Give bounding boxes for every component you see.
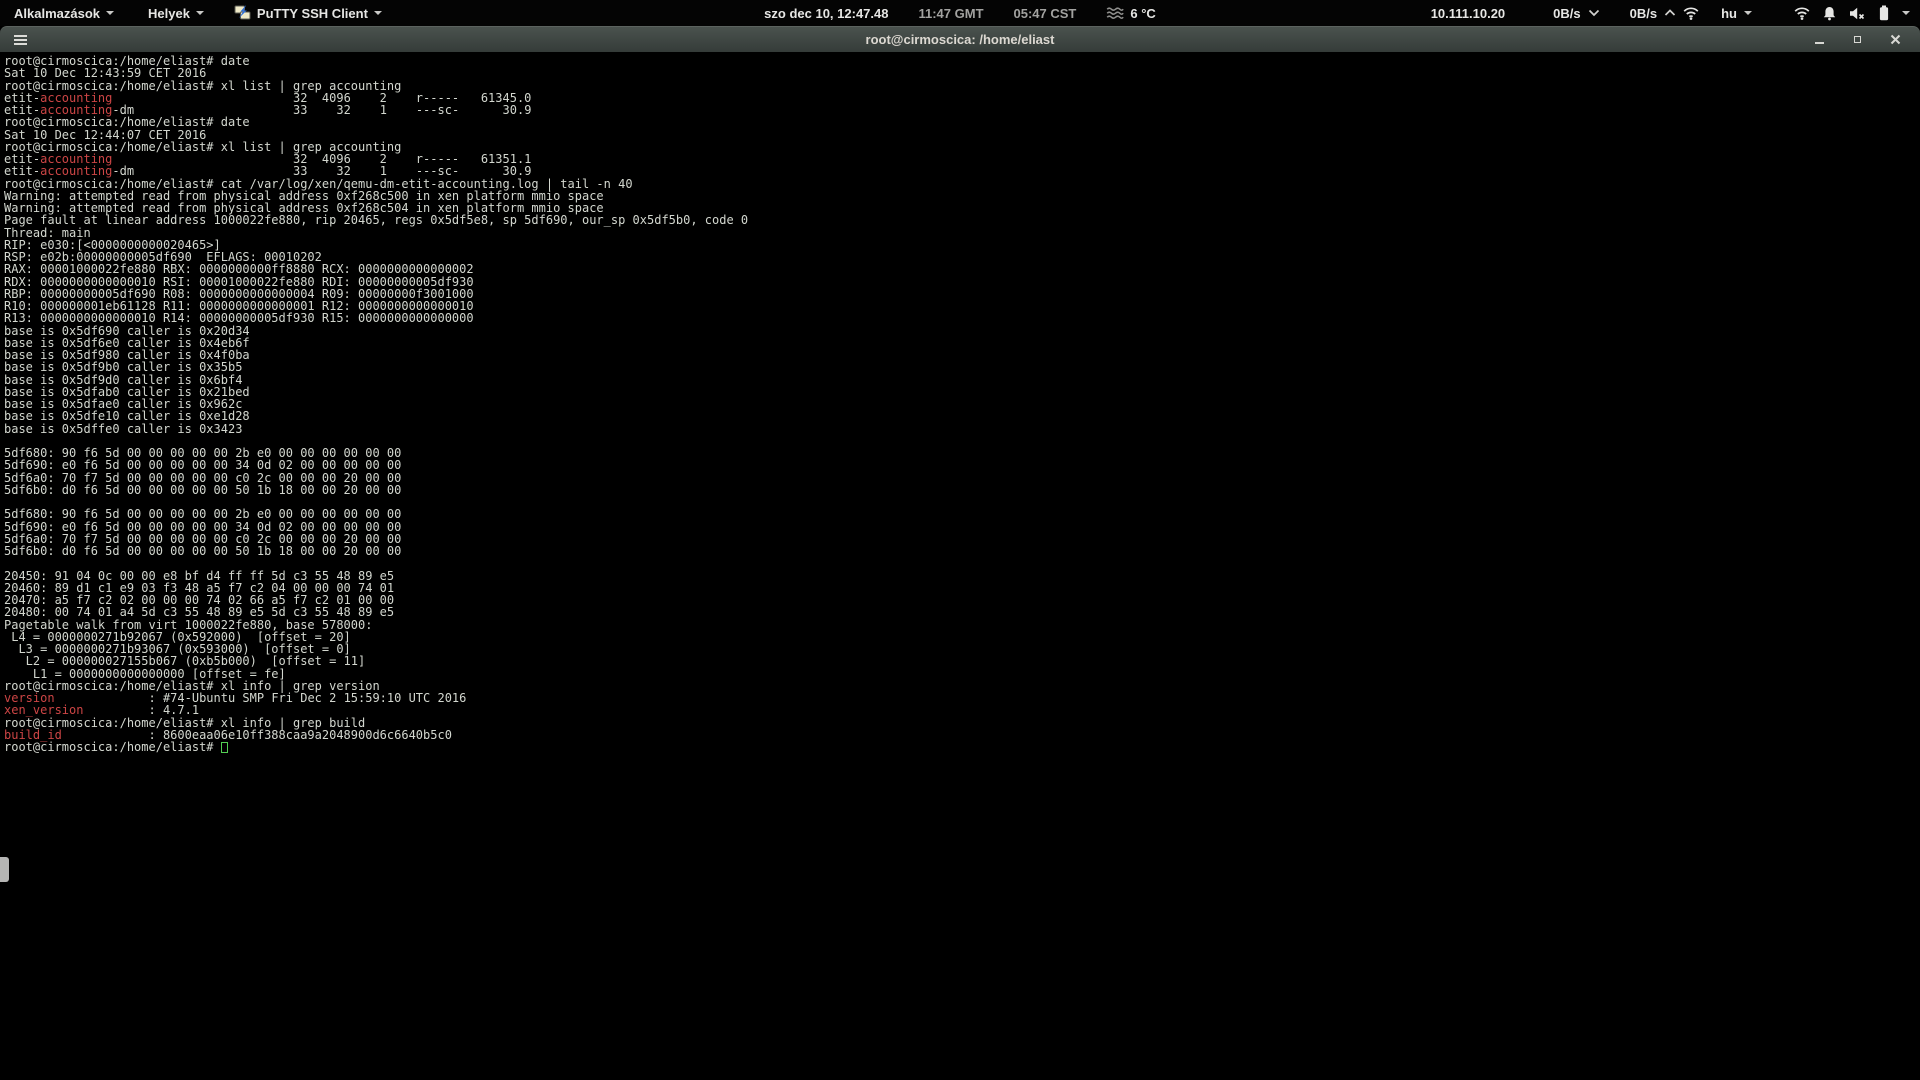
- putty-app-menu-label: PuTTY SSH Client: [257, 6, 368, 21]
- putty-icon: [234, 5, 251, 21]
- wifi-signal-icon: [1683, 7, 1699, 20]
- terminal-line: base is 0x5df9d0 caller is 0x6bf4: [4, 374, 1920, 386]
- places-menu-label: Helyek: [148, 6, 190, 21]
- window-title: root@cirmoscica: /home/eliast: [0, 32, 1920, 47]
- fog-weather-icon: [1106, 7, 1124, 20]
- terminal-line: Thread: main: [4, 227, 1920, 239]
- world-clock-gmt[interactable]: 11:47 GMT: [918, 6, 983, 21]
- places-menu[interactable]: Helyek: [144, 0, 208, 26]
- terminal-line: etit-accounting-dm 33 32 1 ---sc- 30.9: [4, 104, 1920, 116]
- terminal-line: version : #74-Ubuntu SMP Fri Dec 2 15:59…: [4, 692, 1920, 704]
- battery-icon: [1879, 5, 1889, 21]
- minimize-icon: [1815, 42, 1824, 44]
- terminal-line: base is 0x5dfab0 caller is 0x21bed: [4, 386, 1920, 398]
- net-upload-indicator[interactable]: 0B/s: [1630, 6, 1699, 21]
- terminal-line: 5df6b0: d0 f6 5d 00 00 00 00 00 50 1b 18…: [4, 484, 1920, 496]
- keyboard-layout-indicator[interactable]: hu: [1721, 6, 1752, 21]
- ip-address[interactable]: 10.111.10.20: [1431, 6, 1505, 21]
- terminal-line: base is 0x5dffe0 caller is 0x3423: [4, 423, 1920, 435]
- net-download-indicator[interactable]: 0B/s: [1553, 6, 1599, 21]
- applications-menu-label: Alkalmazások: [14, 6, 100, 21]
- chevron-up-icon: [1664, 9, 1676, 17]
- terminal-line: base is 0x5df6e0 caller is 0x4eb6f: [4, 337, 1920, 349]
- notification-bell-icon: [1823, 6, 1836, 21]
- putty-app-menu[interactable]: PuTTY SSH Client: [230, 0, 386, 26]
- maximize-icon: [1854, 36, 1861, 43]
- terminal-line: R13: 0000000000000010 R14: 00000000005df…: [4, 312, 1920, 324]
- terminal-line: root@cirmoscica:/home/eliast# date: [4, 55, 1920, 67]
- volume-muted-icon: [1849, 7, 1866, 20]
- close-icon: [1890, 34, 1901, 45]
- top-panel: Alkalmazások Helyek PuTTY SSH Client szo…: [0, 0, 1920, 26]
- terminal-line: base is 0x5dfe10 caller is 0xe1d28: [4, 410, 1920, 422]
- weather-temperature: 6 °C: [1130, 6, 1155, 21]
- applications-menu[interactable]: Alkalmazások: [10, 0, 118, 26]
- close-button[interactable]: [1888, 33, 1902, 47]
- terminal-line: base is 0x5df9b0 caller is 0x35b5: [4, 361, 1920, 373]
- terminal-line: build_id : 8600eaa06e10ff388caa9a2048900…: [4, 729, 1920, 741]
- wifi-icon: [1794, 7, 1810, 20]
- system-status-area[interactable]: [1794, 5, 1910, 21]
- chevron-down-icon: [1902, 11, 1910, 15]
- terminal-line: root@cirmoscica:/home/eliast# date: [4, 116, 1920, 128]
- chevron-down-icon: [374, 11, 382, 15]
- window-titlebar: root@cirmoscica: /home/eliast: [0, 26, 1920, 52]
- maximize-button[interactable]: [1850, 33, 1864, 47]
- terminal-screen[interactable]: root@cirmoscica:/home/eliast# dateSat 10…: [0, 53, 1920, 1080]
- window-menu-button[interactable]: [9, 31, 32, 49]
- chevron-down-icon: [1588, 9, 1600, 17]
- scrollbar-thumb[interactable]: [0, 857, 9, 882]
- keyboard-layout-label: hu: [1721, 6, 1737, 21]
- terminal-line: base is 0x5df980 caller is 0x4f0ba: [4, 349, 1920, 361]
- chevron-down-icon: [106, 11, 114, 15]
- terminal-line: L2 = 000000027155b067 (0xb5b000) [offset…: [4, 655, 1920, 667]
- net-download-speed: 0B/s: [1553, 6, 1580, 21]
- net-upload-speed: 0B/s: [1630, 6, 1657, 21]
- terminal-output: root@cirmoscica:/home/eliast# dateSat 10…: [0, 53, 1920, 753]
- terminal-line: 5df6b0: d0 f6 5d 00 00 00 00 00 50 1b 18…: [4, 545, 1920, 557]
- terminal-line: root@cirmoscica:/home/eliast#: [4, 741, 1920, 753]
- terminal-line: base is 0x5df690 caller is 0x20d34: [4, 325, 1920, 337]
- terminal-line: base is 0x5dfae0 caller is 0x962c: [4, 398, 1920, 410]
- clock[interactable]: szo dec 10, 12:47.48: [764, 6, 888, 21]
- terminal-cursor: [221, 742, 228, 753]
- minimize-button[interactable]: [1812, 33, 1826, 47]
- weather-indicator[interactable]: 6 °C: [1106, 6, 1155, 21]
- chevron-down-icon: [196, 11, 204, 15]
- terminal-line: Page fault at linear address 1000022fe88…: [4, 214, 1920, 226]
- chevron-down-icon: [1744, 11, 1752, 15]
- world-clock-cst[interactable]: 05:47 CST: [1014, 6, 1077, 21]
